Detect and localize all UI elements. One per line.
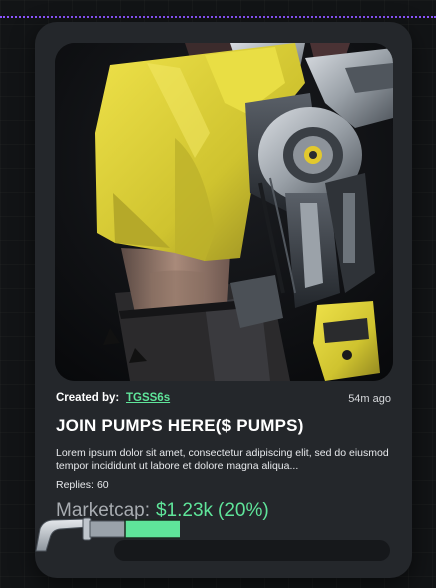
token-description: Lorem ipsum dolor sit amet, consectetur … (56, 447, 389, 472)
token-image[interactable] (55, 43, 393, 381)
marketcap-change: (20%) (218, 500, 269, 521)
creator-link[interactable]: TGSS6s (126, 392, 170, 404)
progress-fill (124, 519, 180, 539)
bonding-curve-progress (0, 509, 180, 553)
token-title: JOIN PUMPS HERE($ PUMPS) (56, 416, 304, 435)
created-by-label: Created by: (56, 392, 120, 404)
selection-dotted-border (0, 16, 436, 18)
syringe-barrel-icon (89, 520, 126, 538)
replies-label: Replies: (56, 479, 94, 491)
card-meta-row: Created by: TGSS6s 54m ago (56, 391, 391, 407)
cyborg-illustration (55, 43, 393, 381)
timestamp: 54m ago (348, 393, 391, 405)
replies-info: Replies: 60 (56, 479, 109, 491)
replies-count: 60 (96, 479, 109, 491)
token-card[interactable]: Created by: TGSS6s 54m ago JOIN PUMPS HE… (35, 22, 412, 578)
syringe-plunger-icon (35, 518, 89, 552)
